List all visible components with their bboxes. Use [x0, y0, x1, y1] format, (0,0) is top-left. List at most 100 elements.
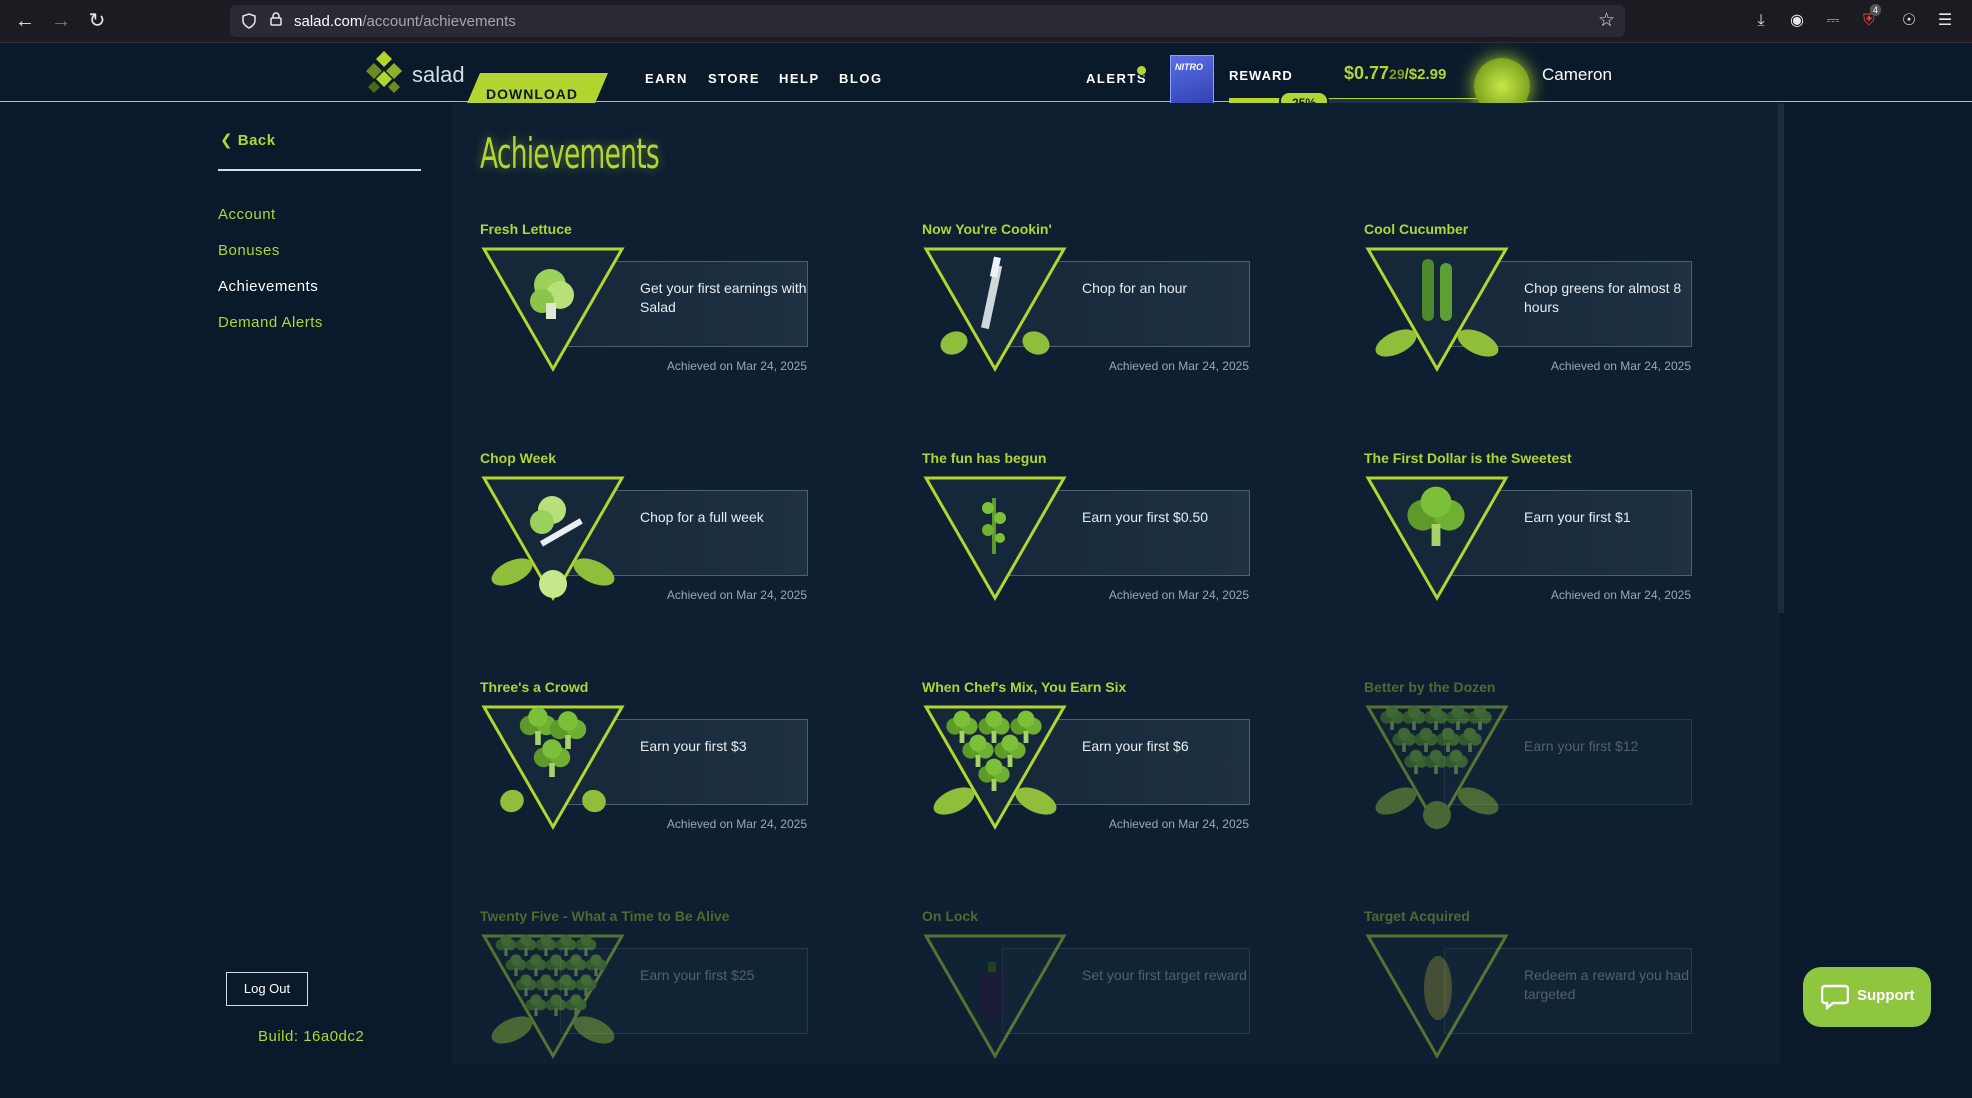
achievement-name: Chop Week — [480, 450, 556, 466]
herb-icon — [923, 476, 1067, 602]
achievement-date: Achieved on Mar 24, 2025 — [1108, 588, 1249, 602]
sidebar-item-demand-alerts[interactable]: Demand Alerts — [218, 314, 323, 331]
support-button[interactable]: Support — [1803, 967, 1931, 1027]
logout-button[interactable]: Log Out — [226, 972, 308, 1006]
site-header: salad DOWNLOAD EARN STORE HELP BLOG ALER… — [0, 43, 1972, 115]
reload-icon[interactable]: ↻ — [84, 8, 110, 34]
forward-arrow-icon[interactable]: → — [48, 8, 74, 34]
extension-shield-icon[interactable]: ⛨ 4 — [1858, 4, 1882, 32]
achievement-card[interactable]: The First Dollar is the Sweetest Earn yo… — [1364, 450, 1724, 640]
achievement-card[interactable]: Now You're Cookin' Chop for an hour Achi… — [922, 221, 1282, 411]
menu-icon[interactable]: ☰ — [1934, 10, 1956, 32]
username[interactable]: Cameron — [1542, 65, 1612, 85]
profile-icon[interactable]: ☉ — [1898, 10, 1920, 32]
balance[interactable]: $0.7729/$2.99 — [1344, 63, 1446, 84]
back-arrow-icon[interactable]: ← — [12, 8, 38, 34]
reward-label: REWARD — [1229, 68, 1293, 83]
chat-bubble-icon — [1821, 984, 1849, 1010]
back-link[interactable]: ❮ Back — [220, 131, 276, 149]
download-icon[interactable]: ⤓ — [1750, 10, 1772, 32]
achievement-description: Chop greens for almost 8 hours — [1524, 280, 1682, 315]
achievement-name: Better by the Dozen — [1364, 679, 1496, 695]
achievement-description: Chop for a full week — [640, 509, 764, 525]
achievement-date: Achieved on Mar 24, 2025 — [1108, 359, 1249, 373]
achievement-card[interactable]: Twenty Five - What a Time to Be Alive Ea… — [480, 908, 840, 1098]
achievement-description: Earn your first $3 — [640, 738, 747, 754]
site: salad DOWNLOAD EARN STORE HELP BLOG ALER… — [0, 43, 1972, 1064]
achievement-description: Earn your first $6 — [1082, 738, 1189, 754]
achievement-date: Achieved on Mar 24, 2025 — [666, 588, 807, 602]
achievement-description: Earn your first $0.50 — [1082, 509, 1209, 525]
url-text: salad.com/account/achievements — [294, 13, 516, 30]
extension-badge: 4 — [1870, 4, 1882, 16]
sidebar-item-bonuses[interactable]: Bonuses — [218, 242, 280, 259]
eggplant-icon — [923, 934, 1067, 1060]
scrollbar[interactable] — [1778, 103, 1784, 613]
download-label: DOWNLOAD — [486, 86, 578, 102]
broccoli-three-icon — [481, 705, 625, 831]
nav-earn[interactable]: EARN — [645, 71, 688, 86]
salad-logo-icon[interactable] — [360, 49, 408, 97]
broccoli-dozen-icon — [1365, 705, 1509, 831]
balance-main: $0.77 — [1344, 63, 1390, 83]
achievement-name: Target Acquired — [1364, 908, 1470, 924]
support-label: Support — [1857, 987, 1915, 1004]
achievement-card[interactable]: Fresh Lettuce Get your first earnings wi… — [480, 221, 840, 411]
back-label: Back — [237, 132, 276, 149]
browser-toolbar: ← → ↻ salad.com/account/achievements ☆ ⤓… — [0, 0, 1972, 43]
extensions-icon[interactable]: ⎓ — [1822, 10, 1844, 32]
lock-icon[interactable] — [270, 12, 282, 26]
achievement-description: Get your first earnings with Salad — [640, 280, 807, 315]
achievement-card[interactable]: Better by the Dozen Earn your first $12 — [1364, 679, 1724, 869]
achievement-date: Achieved on Mar 24, 2025 — [1550, 588, 1691, 602]
lettuce-icon — [481, 247, 625, 373]
page-title: Achievements — [480, 129, 660, 178]
alert-indicator — [1136, 65, 1147, 76]
achievement-description: Earn your first $1 — [1524, 509, 1631, 525]
achievement-date: Achieved on Mar 24, 2025 — [666, 817, 807, 831]
broccoli-many-icon — [481, 934, 625, 1060]
address-bar[interactable]: salad.com/account/achievements ☆ — [230, 5, 1625, 37]
achievement-date: Achieved on Mar 24, 2025 — [666, 359, 807, 373]
sidebar-item-account[interactable]: Account — [218, 206, 276, 223]
achievement-description: Redeem a reward you had targeted — [1524, 967, 1689, 1002]
nav-help[interactable]: HELP — [779, 71, 820, 86]
achievement-date: Achieved on Mar 24, 2025 — [1550, 359, 1691, 373]
achievement-card[interactable]: On Lock Set your first target reward — [922, 908, 1282, 1098]
sidebar-item-achievements[interactable]: Achievements — [218, 278, 318, 295]
reward-product-text: NITRO — [1175, 62, 1203, 72]
achievement-card[interactable]: When Chef's Mix, You Earn Six Earn your … — [922, 679, 1282, 869]
chevron-left-icon: ❮ — [220, 132, 234, 149]
achievement-name: Now You're Cookin' — [922, 221, 1052, 237]
balance-fraction: 29 — [1389, 66, 1405, 82]
achievement-description: Earn your first $12 — [1524, 738, 1639, 754]
balance-target: $2.99 — [1408, 66, 1447, 83]
achievement-card[interactable]: Three's a Crowd Earn your first $3 Achie… — [480, 679, 840, 869]
bookmark-star-icon[interactable]: ☆ — [1598, 9, 1615, 32]
build-label: Build: 16a0dc2 — [258, 1028, 365, 1045]
achievement-card[interactable]: Target Acquired Redeem a reward you had … — [1364, 908, 1724, 1098]
cucumber-icon — [1365, 247, 1509, 373]
lettuce-knife-icon — [481, 476, 625, 602]
achievement-card[interactable]: Chop Week Chop for a full week Achieved … — [480, 450, 840, 640]
achievement-name: On Lock — [922, 908, 979, 924]
achievement-card[interactable]: The fun has begun Earn your first $0.50 … — [922, 450, 1282, 640]
achievement-date: Achieved on Mar 24, 2025 — [1108, 817, 1249, 831]
url-path: /account/achievements — [362, 13, 516, 30]
achievement-name: Twenty Five - What a Time to Be Alive — [480, 908, 730, 924]
achievement-name: When Chef's Mix, You Earn Six — [922, 679, 1127, 695]
achievement-name: Fresh Lettuce — [480, 221, 572, 237]
nav-blog[interactable]: BLOG — [839, 71, 883, 86]
shield-icon[interactable] — [242, 13, 256, 29]
nav-store[interactable]: STORE — [708, 71, 760, 86]
pickle-icon — [1365, 934, 1509, 1060]
broccoli-icon — [1365, 476, 1509, 602]
sidebar-divider — [218, 169, 421, 171]
logo-text[interactable]: salad — [412, 62, 465, 88]
achievement-card[interactable]: Cool Cucumber Chop greens for almost 8 h… — [1364, 221, 1724, 411]
account-icon[interactable]: ◉ — [1786, 10, 1808, 32]
achievement-description: Set your first target reward — [1082, 967, 1247, 983]
url-domain: salad.com — [294, 13, 363, 30]
achievement-name: Three's a Crowd — [480, 679, 589, 695]
knife-icon — [923, 247, 1067, 373]
